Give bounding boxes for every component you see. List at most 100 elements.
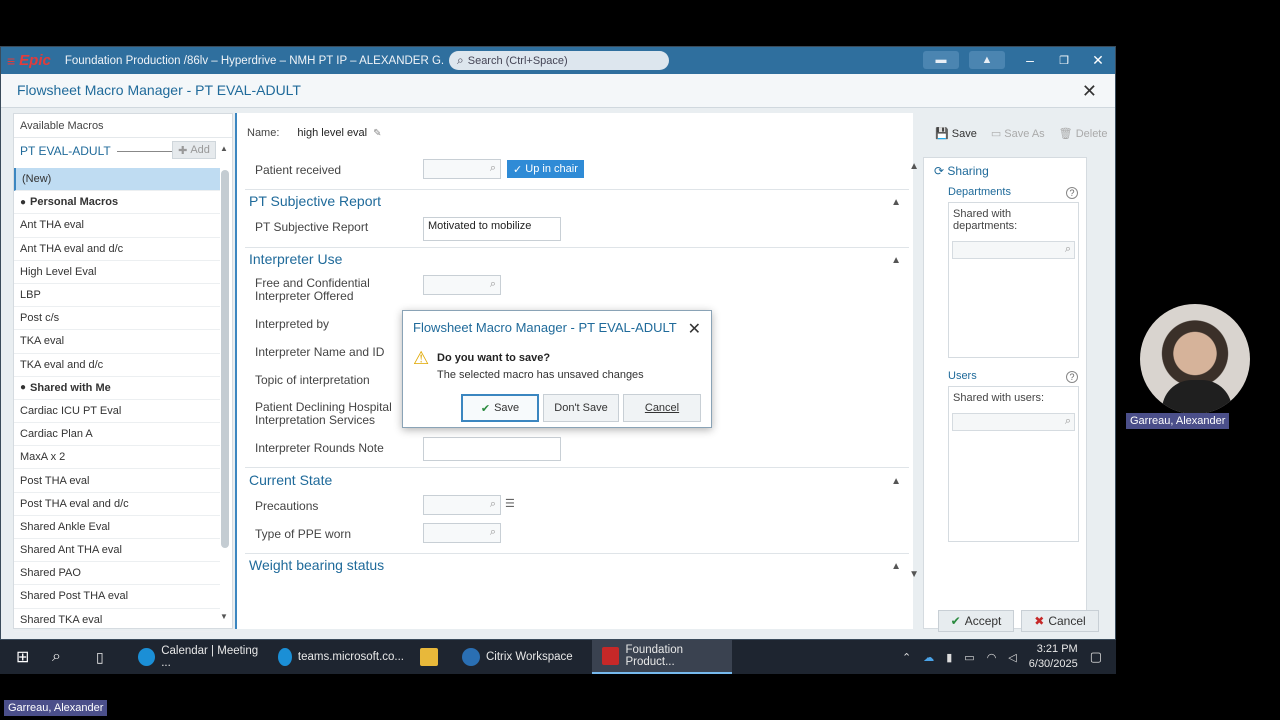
epic-logo: Epic (19, 52, 51, 69)
search-icon[interactable]: ⌕ (42, 640, 61, 674)
add-button[interactable]: ✚ Add (172, 141, 216, 159)
left-scrollbar[interactable]: ▲ ▼ (220, 144, 230, 624)
chevron-up-icon[interactable]: ⌃ (902, 651, 911, 664)
modal-cancel-button[interactable]: Cancel (623, 394, 701, 422)
macro-label: Personal Macros (30, 196, 119, 209)
search-icon: ⌕ (1064, 415, 1071, 427)
accept-button[interactable]: ✔ Accept (938, 610, 1014, 632)
save-as-label: Save As (1004, 128, 1045, 140)
subjective-field[interactable]: Motivated to mobilize (423, 217, 561, 241)
x-icon: ✖ (1034, 614, 1045, 628)
epic-menu-button[interactable]: ≡ Epic (7, 52, 51, 69)
checkmark-icon: ✔ (480, 402, 491, 415)
chip-label: Up in chair (525, 163, 578, 175)
macro-label: Post c/s (20, 312, 60, 325)
windows-start-icon[interactable]: ⊞ (6, 640, 29, 674)
dialog-close-icon[interactable]: ✕ (1082, 81, 1097, 102)
macro-list-item[interactable]: Ant THA eval and d/c (14, 238, 220, 261)
help-icon[interactable]: ? (1066, 187, 1078, 199)
modal-save-button[interactable]: ✔ Save (461, 394, 539, 422)
rounds-note-field[interactable] (423, 437, 561, 461)
departments-box: Shared with departments: ⌕ (948, 202, 1079, 358)
macro-list-item[interactable]: Ant THA eval (14, 214, 220, 238)
cancel-button[interactable]: ✖ Cancel (1021, 610, 1099, 632)
collapse-icon[interactable]: ▲ (891, 476, 901, 487)
modal-close-icon[interactable]: ✕ (688, 319, 701, 339)
scroll-up-icon[interactable]: ▲ (220, 144, 228, 153)
save-as-action-button[interactable]: ▭ Save As (991, 127, 1045, 140)
users-box: Shared with users: ⌕ (948, 386, 1079, 542)
search-icon: ⌕ (489, 278, 496, 290)
collapse-icon[interactable]: ▲ (891, 255, 901, 266)
department-search-input[interactable]: ⌕ (952, 241, 1075, 259)
save-action-button[interactable]: 💾 Save (935, 127, 977, 140)
cancel-label: Cancel (1048, 614, 1086, 628)
macro-list-item[interactable]: Shared Ankle Eval (14, 516, 220, 539)
list-icon[interactable]: ☰ (505, 497, 515, 510)
macro-label: Shared Ankle Eval (20, 520, 110, 533)
macro-list-item[interactable]: High Level Eval (14, 261, 220, 284)
edit-pencil-icon[interactable]: ✎ (373, 128, 381, 139)
scroll-down-icon[interactable]: ▼ (220, 612, 228, 621)
user-search-input[interactable]: ⌕ (952, 413, 1075, 431)
free-interpreter-label: Free and Confidential Interpreter Offere… (255, 276, 370, 303)
collapse-icon[interactable]: ▲ (891, 561, 901, 572)
global-search-input[interactable]: ⌕ Search (Ctrl+Space) (449, 51, 669, 70)
wifi-icon[interactable]: ◠ (987, 651, 997, 664)
sharing-panel: ⟳ Sharing Departments ? Shared with depa… (923, 157, 1087, 629)
help-icon[interactable]: ? (1066, 371, 1078, 383)
macro-label: Shared PAO (20, 567, 81, 580)
secure-chat-icon[interactable]: ▬ (923, 51, 959, 69)
dont-save-button[interactable]: Don't Save (543, 394, 619, 422)
taskbar-app-explorer[interactable] (410, 640, 448, 674)
participant-video-avatar (1140, 304, 1250, 414)
free-interpreter-field[interactable]: ⌕ (423, 275, 501, 295)
minimize-button[interactable]: – (1019, 51, 1041, 69)
declining-label: Patient Declining Hospital Interpretatio… (255, 400, 392, 427)
macro-list-item[interactable]: TKA eval and d/c (14, 354, 220, 377)
macro-list-item[interactable]: (New) (14, 168, 220, 192)
clock[interactable]: 3:21 PM 6/30/2025 (1029, 642, 1078, 672)
macro-list-item[interactable]: Cardiac ICU PT Eval (14, 400, 220, 424)
macro-list-item[interactable]: Shared Ant THA eval (14, 539, 220, 563)
macro-list-item[interactable]: LBP (14, 284, 220, 308)
up-in-chair-chip[interactable]: ✓ Up in chair (507, 160, 584, 178)
macro-list-item[interactable]: Cardiac Plan A (14, 423, 220, 447)
macro-list-item[interactable]: MaxA x 2 (14, 446, 220, 470)
taskbar-app-calendar[interactable]: Calendar | Meeting ... (128, 640, 266, 674)
scroll-down-icon[interactable]: ▼ (909, 569, 919, 580)
delete-action-button[interactable]: 🗑 Delete (1059, 127, 1108, 140)
taskbar-app-citrix[interactable]: Citrix Workspace (452, 640, 588, 674)
onedrive-icon[interactable]: ☁ (923, 651, 934, 664)
macro-list-item[interactable]: Shared TKA eval (14, 609, 220, 632)
battery-icon[interactable]: ▭ (964, 651, 974, 664)
precautions-field[interactable]: ⌕ (423, 495, 501, 515)
taskbar-app-teams-web[interactable]: teams.microsoft.co... (268, 640, 404, 674)
macro-list-item[interactable]: Post THA eval and d/c (14, 493, 220, 516)
scroll-thumb[interactable] (221, 170, 229, 548)
macro-list-item[interactable]: TKA eval (14, 330, 220, 354)
ppe-field[interactable]: ⌕ (423, 523, 501, 543)
taskbar-app-epic[interactable]: Foundation Product... (592, 640, 732, 674)
macro-list-item[interactable]: Shared Post THA eval (14, 585, 220, 609)
name-value[interactable]: high level eval (297, 127, 367, 139)
collapse-icon[interactable]: ▲ (891, 197, 901, 208)
shared-users-label: Shared with users: (953, 392, 1045, 404)
notification-bell-icon[interactable]: ▲ (969, 51, 1005, 69)
task-view-icon[interactable]: ▯ (86, 640, 104, 674)
scroll-up-icon[interactable]: ▲ (909, 161, 919, 172)
usb-icon[interactable]: ▮ (946, 651, 952, 664)
ppe-label: Type of PPE worn (255, 527, 352, 541)
available-macros-panel: Available Macros PT EVAL-ADULT ✚ Add (Ne… (13, 113, 233, 632)
hamburger-icon: ≡ (7, 52, 16, 69)
notifications-icon[interactable]: ▢ (1090, 649, 1102, 665)
volume-icon[interactable]: ◁ (1008, 651, 1016, 664)
patient-received-field[interactable]: ⌕ (423, 159, 501, 179)
available-macros-header: Available Macros (14, 114, 232, 138)
macro-list-item[interactable]: Post THA eval (14, 469, 220, 493)
macro-list-item[interactable]: Post c/s (14, 307, 220, 331)
participant-name-tag: Garreau, Alexander (1126, 413, 1230, 429)
window-close-button[interactable]: ✕ (1087, 51, 1109, 69)
macro-list-item[interactable]: Shared PAO (14, 562, 220, 586)
restore-button[interactable]: ❐ (1053, 51, 1075, 69)
